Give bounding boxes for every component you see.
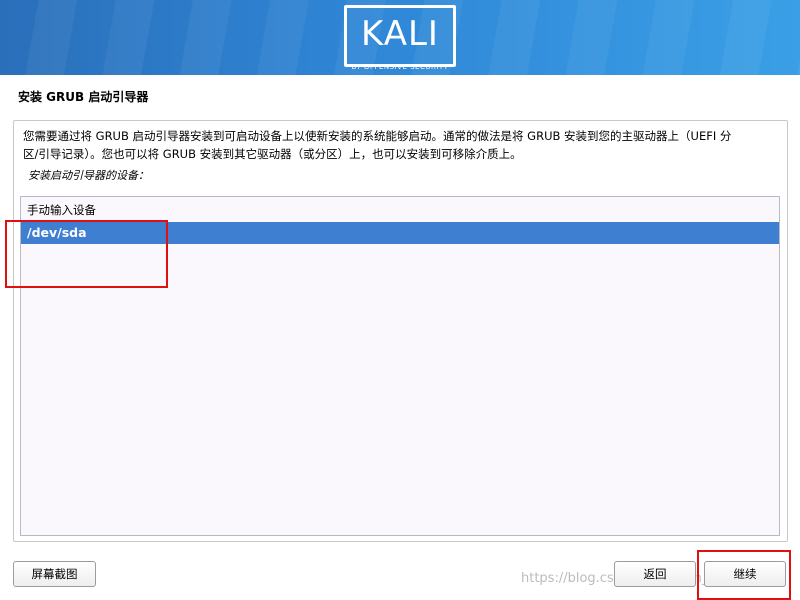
description-line-2: 区/引导记录）。您也可以将 GRUB 安装到其它驱动器（或分区）上，也可以安装到… (23, 147, 522, 161)
device-prompt: 安装启动引导器的设备： (28, 169, 149, 182)
continue-button[interactable]: 继续 (704, 561, 786, 587)
kali-logo: KALI BY OFFENSIVE SECURITY (344, 5, 456, 73)
description-line-1: 您需要通过将 GRUB 启动引导器安装到可启动设备上以使新安装的系统能够启动。通… (23, 129, 732, 143)
list-item-manual-entry[interactable]: 手动输入设备 (21, 199, 779, 221)
screenshot-button[interactable]: 屏幕截图 (13, 561, 96, 587)
list-item-dev-sda[interactable]: /dev/sda (21, 222, 779, 244)
back-button[interactable]: 返回 (614, 561, 696, 587)
logo-text: KALI (361, 14, 439, 54)
content-panel: 您需要通过将 GRUB 启动引导器安装到可启动设备上以使新安装的系统能够启动。通… (13, 120, 788, 542)
description: 您需要通过将 GRUB 启动引导器安装到可启动设备上以使新安装的系统能够启动。通… (23, 127, 781, 163)
device-list[interactable]: 手动输入设备 /dev/sda (20, 196, 780, 536)
page-title: 安装 GRUB 启动引导器 (18, 90, 149, 104)
logo-subtitle: BY OFFENSIVE SECURITY (351, 63, 449, 71)
header-banner: KALI BY OFFENSIVE SECURITY (0, 0, 800, 75)
